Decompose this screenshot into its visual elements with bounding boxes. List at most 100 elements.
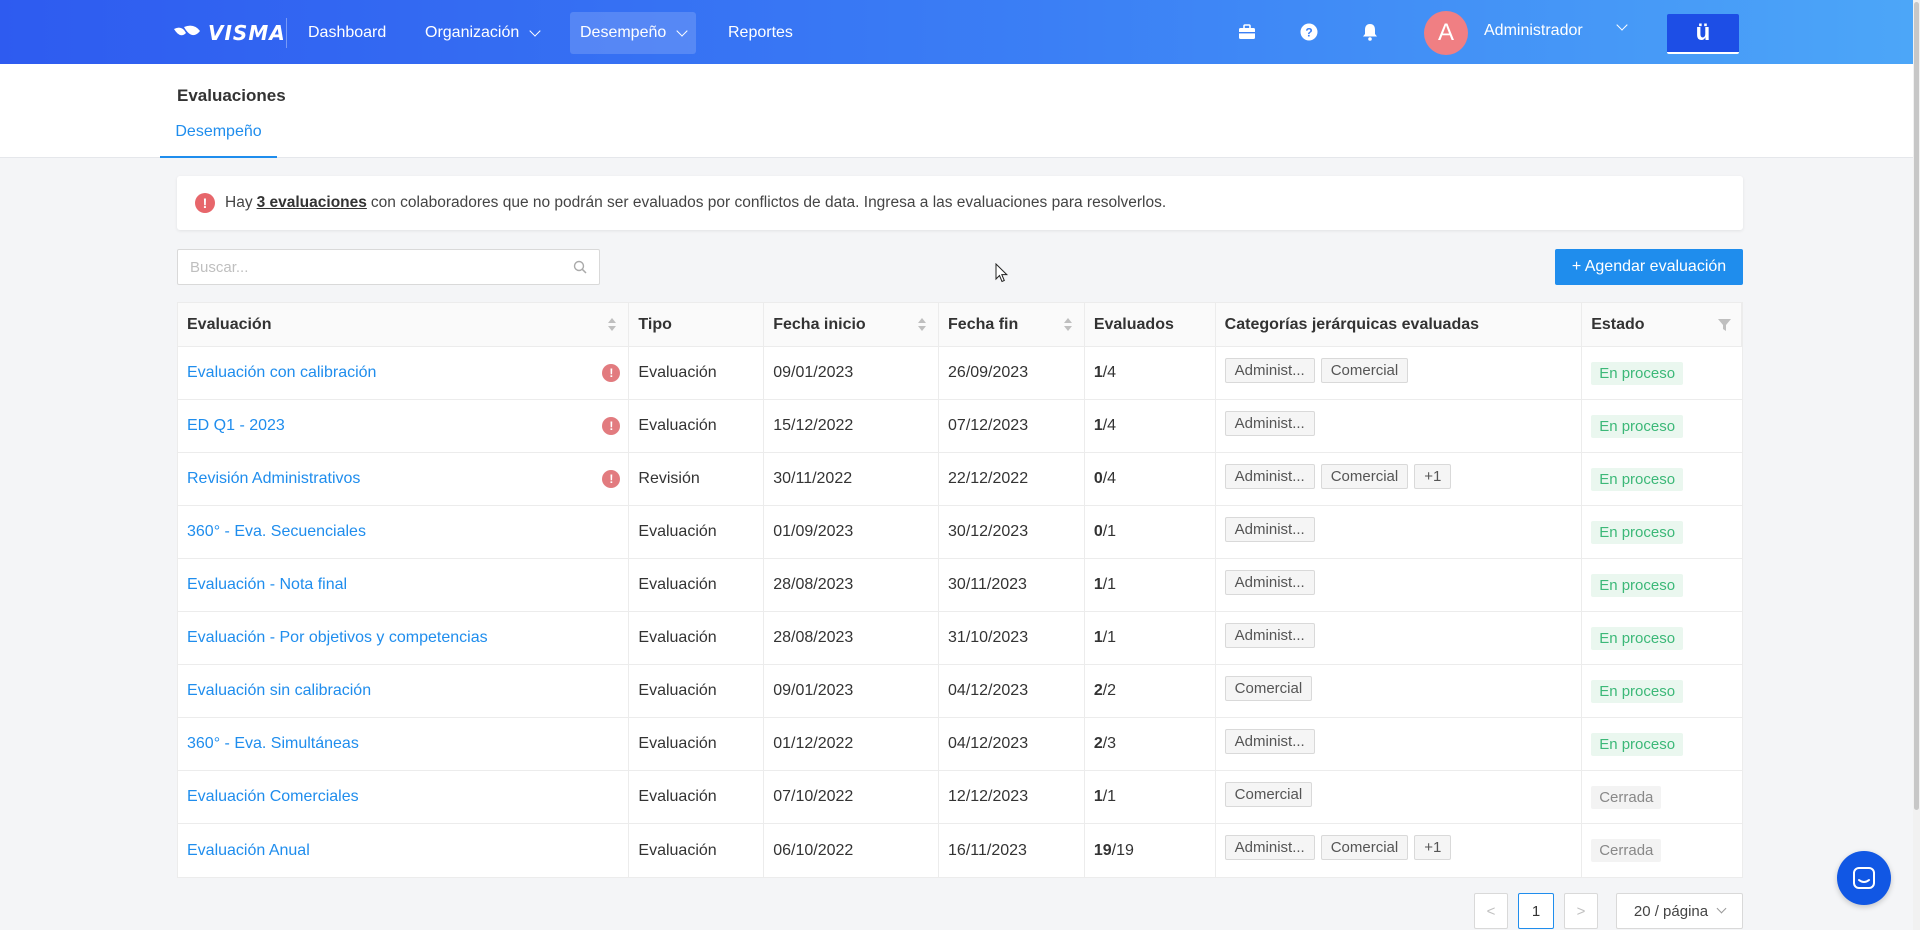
evaluados-done: 0 <box>1093 470 1103 487</box>
sort-icon[interactable] <box>608 318 617 332</box>
logo-icon <box>174 25 200 36</box>
cell-tipo: Evaluación <box>629 824 765 877</box>
evaluation-link[interactable]: Evaluación con calibración <box>187 364 376 382</box>
scrollbar-thumb[interactable] <box>1914 2 1919 810</box>
category-tag: Comercial <box>1320 357 1409 383</box>
table-body: Evaluación con calibración! Evaluación 09/… <box>178 347 1742 877</box>
evaluation-link[interactable]: Revisión Administrativos <box>187 470 360 488</box>
status-badge: En proceso <box>1591 414 1684 438</box>
evaluation-link[interactable]: Evaluación sin calibración <box>187 682 371 700</box>
user-name[interactable]: Administrador <box>1484 22 1583 40</box>
column-header-fecha-fin[interactable]: Fecha fin <box>939 303 1085 346</box>
briefcase-icon[interactable] <box>1237 22 1257 42</box>
table-row[interactable]: Evaluación Comerciales Evaluación 07/10/20… <box>178 771 1742 824</box>
evaluation-link[interactable]: 360° - Eva. Simultáneas <box>187 735 359 753</box>
evaluados-total: /19 <box>1111 841 1134 859</box>
cell-estado: En proceso <box>1582 347 1742 399</box>
nav-item-desempeno[interactable]: Desempeño <box>570 12 697 54</box>
cell-fecha-inicio: 09/01/2023 <box>764 665 940 717</box>
cell-categorias: Administ... Comercial +1 <box>1216 824 1583 877</box>
alert-text: con colaboradores que no podrán ser eval… <box>370 194 1167 211</box>
column-header-evaluacion[interactable]: Evaluación <box>178 303 630 346</box>
category-tag: Administ... <box>1224 835 1315 860</box>
search-input[interactable] <box>178 250 538 284</box>
page-size-value: 20 / página <box>1633 902 1709 920</box>
bell-icon[interactable] <box>1360 22 1380 42</box>
table-row[interactable]: ED Q1 - 2023! Evaluación 15/12/2022 07/12/2… <box>178 400 1742 453</box>
pagination-prev-button[interactable]: < <box>1474 893 1508 929</box>
warning-icon[interactable]: ! <box>602 470 621 488</box>
filter-icon[interactable] <box>1717 319 1731 331</box>
page-header: Evaluaciones Desempeño <box>0 64 1913 158</box>
cell-estado: En proceso <box>1582 665 1742 717</box>
sort-icon[interactable] <box>918 318 927 332</box>
table-row[interactable]: Revisión Administrativos! Revisión 30/11/2… <box>178 453 1742 506</box>
help-icon[interactable]: ? <box>1299 22 1319 42</box>
evaluation-link[interactable]: Evaluación Anual <box>187 842 310 860</box>
table-row[interactable]: Evaluación - Nota final Evaluación 28/08/2… <box>178 559 1742 612</box>
evaluados-done: 1 <box>1093 417 1103 434</box>
column-header-evaluados: Evaluados <box>1085 303 1216 346</box>
category-tag: Administ... <box>1224 728 1315 754</box>
table-row[interactable]: Evaluación con calibración! Evaluación 09/… <box>178 347 1742 400</box>
column-header-categorias: Categorías jerárquicas evaluadas <box>1216 303 1583 346</box>
tab-desempeno[interactable]: Desempeño <box>160 118 277 158</box>
evaluation-link[interactable]: Evaluación - Nota final <box>187 576 347 594</box>
cell-fecha-fin: 16/11/2023 <box>939 824 1085 877</box>
warning-icon[interactable]: ! <box>602 364 621 382</box>
chevron-down-icon[interactable] <box>1616 19 1628 31</box>
alert-link[interactable]: 3 evaluaciones <box>257 194 367 212</box>
cell-tipo: Evaluación <box>629 559 765 611</box>
cell-evaluados: 19/19 <box>1085 824 1216 877</box>
pagination-next-button[interactable]: > <box>1564 893 1598 929</box>
cell-tipo: Evaluación <box>629 718 765 770</box>
evaluados-done: 0 <box>1093 523 1103 540</box>
avatar[interactable]: A <box>1424 11 1468 55</box>
search-icon[interactable] <box>573 260 587 274</box>
cell-fecha-fin: 26/09/2023 <box>939 347 1085 399</box>
category-tag: +1 <box>1414 463 1452 489</box>
cell-evaluados: 1/1 <box>1085 612 1216 664</box>
nav-item-dashboard[interactable]: Dashboard <box>298 12 396 54</box>
status-badge: Cerrada <box>1591 785 1662 809</box>
app-switch-button[interactable]: ü <box>1667 14 1739 54</box>
cell-evaluacion: Evaluación Anual <box>178 824 630 877</box>
evaluation-link[interactable]: 360° - Eva. Secuenciales <box>187 523 366 541</box>
cell-fecha-fin: 04/12/2023 <box>939 665 1085 717</box>
evaluation-link[interactable]: ED Q1 - 2023 <box>187 417 285 435</box>
visma-logo[interactable]: VISMA <box>172 20 286 46</box>
warning-icon[interactable]: ! <box>602 417 621 435</box>
table-row[interactable]: 360° - Eva. Secuenciales Evaluación 01/09/… <box>178 506 1742 559</box>
table-row[interactable]: Evaluación sin calibración Evaluación 09/0… <box>178 665 1742 718</box>
nav-item-reportes[interactable]: Reportes <box>718 12 803 54</box>
evaluation-link[interactable]: Evaluación - Por objetivos y competencia… <box>187 629 488 647</box>
cell-fecha-inicio: 06/10/2022 <box>764 824 940 877</box>
table-row[interactable]: 360° - Eva. Simultáneas Evaluación 01/12/2… <box>178 718 1742 771</box>
cell-categorias: Administ... <box>1216 506 1583 558</box>
evaluation-link[interactable]: Evaluación Comerciales <box>187 788 359 806</box>
column-header-fecha-inicio[interactable]: Fecha inicio <box>764 303 940 346</box>
cell-fecha-fin: 07/12/2023 <box>939 400 1085 452</box>
cell-fecha-fin: 30/11/2023 <box>939 559 1085 611</box>
cell-evaluacion: Evaluación Comerciales <box>178 771 630 823</box>
chat-support-button[interactable] <box>1837 851 1891 905</box>
column-header-estado[interactable]: Estado <box>1582 303 1742 346</box>
page-title: Evaluaciones <box>177 86 286 105</box>
nav-item-organizacion[interactable]: Organización <box>415 12 549 54</box>
pagination-page-1[interactable]: 1 <box>1518 893 1554 929</box>
evaluados-done: 1 <box>1093 576 1103 593</box>
sort-icon[interactable] <box>1063 318 1072 332</box>
table-row[interactable]: Evaluación - Por objetivos y competencia… <box>178 612 1742 665</box>
status-badge: Cerrada <box>1591 839 1662 862</box>
add-evaluation-button[interactable]: + Agendar evaluación <box>1555 249 1743 285</box>
table-row[interactable]: Evaluación Anual Evaluación 06/10/2022 16/1… <box>178 824 1742 877</box>
cell-fecha-fin: 22/12/2022 <box>939 453 1085 505</box>
cell-tipo: Evaluación <box>629 771 765 823</box>
evaluados-total: /4 <box>1102 417 1117 434</box>
cell-evaluados: 1/4 <box>1085 347 1216 399</box>
cell-categorias: Administ... <box>1216 559 1583 611</box>
cell-fecha-inicio: 01/12/2022 <box>764 718 940 770</box>
page-size-select[interactable]: 20 / página <box>1616 893 1743 929</box>
cell-tipo: Evaluación <box>629 612 765 664</box>
cell-evaluados: 2/2 <box>1085 665 1216 717</box>
